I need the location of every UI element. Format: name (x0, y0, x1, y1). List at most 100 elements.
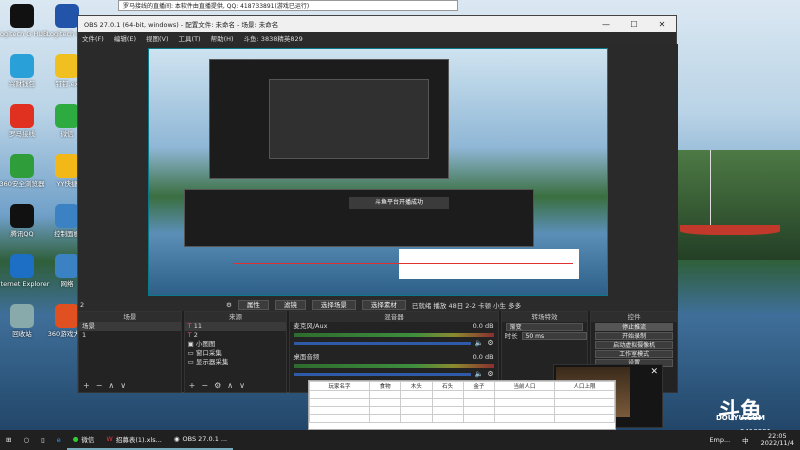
wps-icon: W (106, 435, 113, 443)
menu-view[interactable]: 视图(V) (146, 33, 169, 43)
scene-item[interactable]: 1 (79, 331, 181, 340)
obs-toolbar: 2 ⚙ 属性 滤镜 选择场景 选择素材 已就绪 播放 48日 2-2 卡顿 小生… (78, 299, 678, 311)
channel-name: 桌面音频 (293, 353, 320, 361)
source-label: 2 (193, 331, 198, 339)
remove-icon[interactable]: − (201, 381, 208, 390)
remove-icon[interactable]: − (96, 381, 103, 390)
start-button[interactable]: ⊞ (0, 430, 17, 450)
taskbar-item-obs[interactable]: ◉ OBS 27.0.1 ... (167, 430, 234, 450)
close-icon[interactable]: ✕ (648, 20, 676, 29)
search-button[interactable]: ○ (17, 430, 35, 450)
ie-button[interactable]: e (51, 430, 67, 450)
app-icon (55, 154, 79, 178)
add-icon[interactable]: + (83, 381, 90, 390)
gear-icon[interactable]: ⚙ (226, 301, 232, 309)
image-icon: ▣ (187, 340, 196, 348)
table-row (309, 398, 615, 407)
minimize-icon[interactable]: — (592, 20, 620, 29)
app-icon (10, 4, 34, 28)
top-banner: 罗马接线的直播间: 本软件由直播提供, QQ: 418733891(游戏已运行) (118, 0, 458, 11)
scene-item[interactable]: 场景 (79, 322, 181, 331)
mixer-title: 混音器 (290, 312, 498, 322)
obs-preview[interactable]: 斗鱼平台开播成功 (78, 44, 678, 299)
taskbar-item-excel[interactable]: W 招募表(1).xls... (100, 430, 168, 450)
nested-toast: 斗鱼平台开播成功 (349, 197, 449, 209)
app-icon (10, 304, 34, 328)
source-item[interactable]: ▣ 小图图 (185, 340, 287, 349)
duration-input[interactable]: 50 ms (521, 332, 588, 340)
gear-icon[interactable]: ⚙ (214, 381, 221, 390)
add-icon[interactable]: + (189, 381, 196, 390)
table-row (309, 390, 615, 399)
menu-edit[interactable]: 编辑(E) (114, 33, 136, 43)
taskbar-label: 微信 (81, 436, 95, 444)
source-controls: + − ⚙ ∧ ∨ (189, 381, 245, 390)
gear-icon[interactable]: ⚙ (487, 370, 493, 378)
sources-title: 来源 (184, 312, 287, 322)
taskbar-label: OBS 27.0.1 ... (182, 435, 228, 443)
choose-source-button[interactable]: 选择素材 (361, 300, 406, 310)
stop-stream-button[interactable]: 停止推流 (595, 323, 673, 331)
volume-meter (294, 333, 494, 337)
gear-icon[interactable]: ⚙ (487, 339, 493, 347)
table-header-row: 玩家名字 食物 木头 石头 金子 当前人口 人口上限 (309, 381, 615, 391)
taskbar-item-emp[interactable]: Emp... (703, 430, 736, 450)
clock[interactable]: 22:05 2022/11/4 (755, 430, 800, 450)
obs-menubar: 文件(F) 编辑(E) 视图(V) 工具(T) 帮助(H) 斗鱼: 3838精英… (78, 32, 676, 44)
switch-scene-button[interactable]: 选择场景 (311, 300, 356, 310)
spreadsheet-popup: 玩家名字 食物 木头 石头 金子 当前人口 人口上限 (308, 380, 616, 430)
windows-icon: ⊞ (6, 436, 12, 444)
channel-name: 麦克风/Aux (293, 322, 328, 330)
source-label: 显示器采集 (195, 358, 229, 366)
taskbar-label: Emp... (709, 436, 731, 444)
lang-indicator[interactable]: 中 (736, 430, 755, 450)
start-recording-button[interactable]: 开始录制 (595, 332, 673, 340)
volume-meter (294, 364, 494, 368)
source-item[interactable]: T 2 (185, 331, 287, 340)
source-item[interactable]: ▭ 显示器采集 (185, 358, 287, 367)
up-icon[interactable]: ∧ (108, 381, 114, 390)
boat-mast (710, 150, 711, 225)
task-view-button[interactable]: ▯ (35, 430, 51, 450)
volume-slider[interactable] (294, 372, 471, 376)
obs-window[interactable]: OBS 27.0.1 (64-bit, windows) - 配置文件: 未命名… (77, 15, 678, 393)
source-item[interactable]: ▭ 窗口采集 (185, 349, 287, 358)
table-header-cell: 人口上限 (554, 381, 615, 391)
nested-window (269, 79, 429, 159)
window-icon: ▭ (187, 349, 196, 357)
nested-sheet (399, 249, 579, 279)
obs-icon: ◉ (173, 435, 180, 443)
controls-title: 控件 (591, 312, 677, 322)
properties-button[interactable]: 属性 (237, 300, 269, 310)
speaker-icon[interactable]: 🔈 (475, 339, 484, 347)
studio-mode-button[interactable]: 工作室模式 (595, 350, 673, 358)
close-icon[interactable]: ✕ (650, 367, 658, 377)
app-icon (55, 54, 79, 78)
table-header-cell: 玩家名字 (309, 381, 370, 391)
speaker-icon[interactable]: 🔈 (475, 370, 484, 378)
table-header-cell: 金子 (462, 381, 496, 391)
obs-titlebar[interactable]: OBS 27.0.1 (64-bit, windows) - 配置文件: 未命名… (78, 16, 676, 32)
up-icon[interactable]: ∧ (227, 381, 233, 390)
table-header-cell: 食物 (368, 381, 402, 391)
down-icon[interactable]: ∨ (239, 381, 245, 390)
app-icon (10, 104, 34, 128)
volume-slider[interactable] (294, 341, 471, 345)
menu-file[interactable]: 文件(F) (82, 33, 104, 43)
wechat-icon: ● (72, 435, 79, 443)
maximize-icon[interactable]: ☐ (620, 20, 648, 29)
menu-douyu[interactable]: 斗鱼: 3838精英829 (244, 33, 303, 43)
filters-button[interactable]: 滤镜 (274, 300, 306, 310)
taskbar-item-wechat[interactable]: ● 微信 (66, 430, 101, 450)
virtual-camera-button[interactable]: 启动虚拟摄像机 (595, 341, 673, 349)
douyu-watermark: DOUYU.COM (716, 414, 765, 422)
sailboat (680, 225, 780, 235)
transition-select[interactable]: 渐变 (505, 323, 584, 331)
menu-tools[interactable]: 工具(T) (179, 33, 201, 43)
down-icon[interactable]: ∨ (120, 381, 126, 390)
mixer-channel: 桌面音频 0.0 dB (290, 353, 497, 362)
scenes-dock: 场景 场景 1 + − ∧ ∨ (78, 311, 182, 393)
menu-help[interactable]: 帮助(H) (211, 33, 234, 43)
source-item[interactable]: T 11 (184, 322, 287, 331)
app-icon (10, 204, 34, 228)
